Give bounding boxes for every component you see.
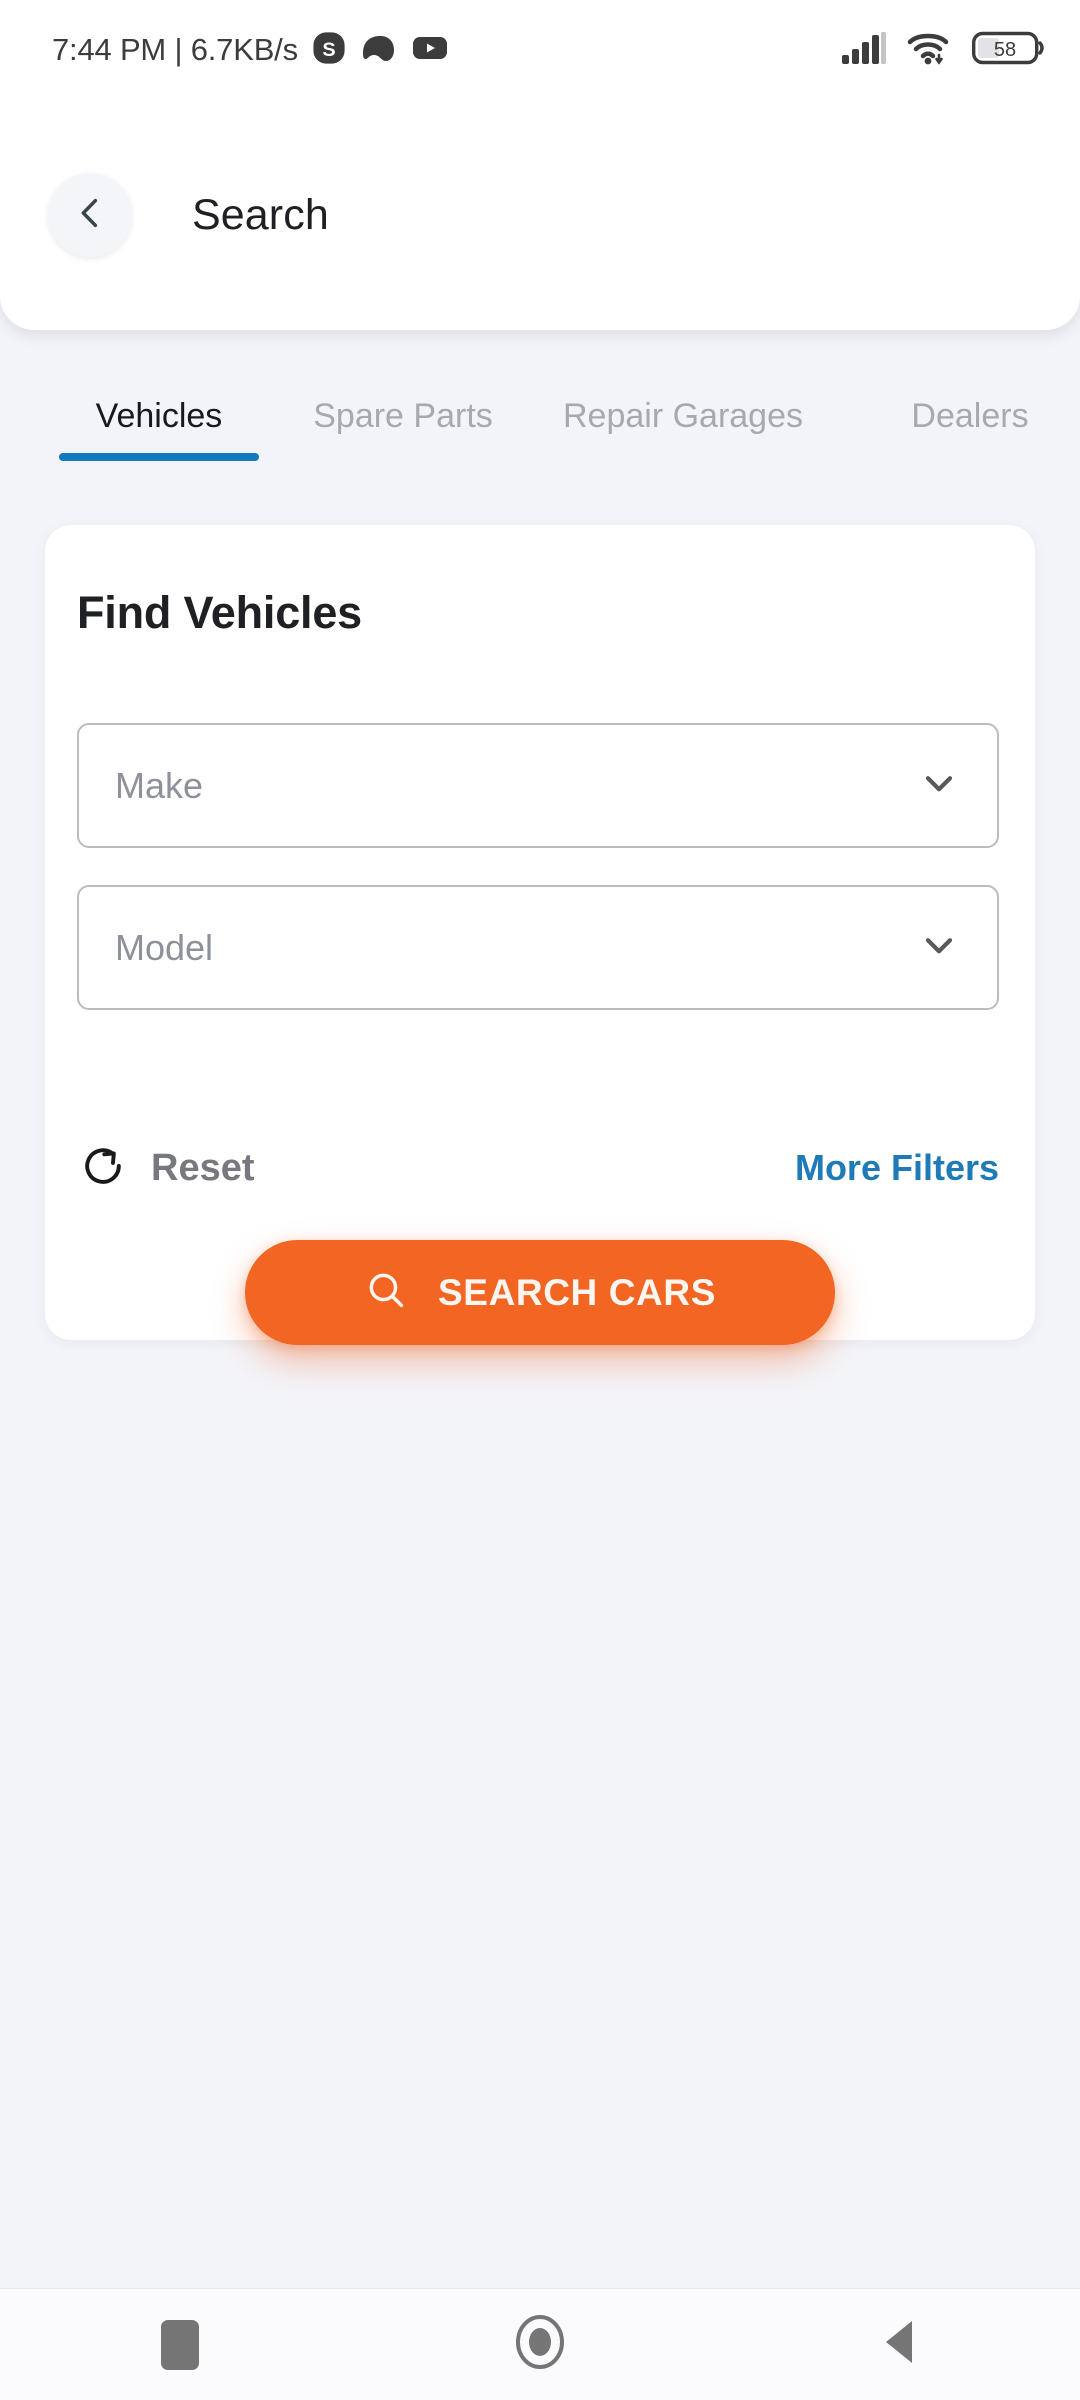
back-button[interactable] bbox=[48, 173, 132, 257]
tab-indicator bbox=[547, 453, 819, 461]
tab-label: Vehicles bbox=[95, 397, 223, 435]
status-bar-left: 7:44 PM | 6.7KB/s S bbox=[52, 31, 448, 70]
header-title-row: Search bbox=[0, 160, 1080, 270]
more-filters-link[interactable]: More Filters bbox=[795, 1147, 999, 1189]
svg-text:S: S bbox=[322, 38, 335, 60]
chevron-down-icon bbox=[917, 761, 961, 810]
make-select-placeholder: Make bbox=[115, 764, 204, 806]
recents-button[interactable] bbox=[105, 2289, 255, 2400]
card-title: Find Vehicles bbox=[77, 587, 363, 638]
triangle-back-icon bbox=[876, 2313, 924, 2376]
filter-actions-row: Reset More Filters bbox=[77, 1133, 999, 1203]
status-bar: 7:44 PM | 6.7KB/s S 58 bbox=[0, 0, 1080, 100]
reset-button[interactable]: Reset bbox=[77, 1140, 255, 1197]
game-controller-icon bbox=[360, 33, 398, 68]
tab-label: Dealers bbox=[911, 397, 1029, 435]
tab-label: Repair Garages bbox=[562, 397, 803, 435]
rotate-right-icon bbox=[77, 1140, 129, 1197]
android-navigation-bar bbox=[0, 2288, 1080, 2400]
home-button[interactable] bbox=[465, 2289, 615, 2400]
search-cars-button[interactable]: SEARCH CARS bbox=[245, 1240, 835, 1345]
tab-bar[interactable]: Vehicles Spare Parts Repair Garages Deal… bbox=[0, 345, 1080, 485]
status-time-and-network-speed: 7:44 PM | 6.7KB/s bbox=[52, 32, 298, 67]
tab-vehicles[interactable]: Vehicles bbox=[45, 345, 273, 485]
model-select-placeholder: Model bbox=[115, 926, 214, 968]
reset-label: Reset bbox=[151, 1146, 255, 1189]
tab-indicator bbox=[307, 453, 499, 461]
wifi-icon bbox=[906, 30, 952, 71]
model-select[interactable]: Model bbox=[77, 885, 999, 1010]
chevron-down-icon bbox=[917, 923, 961, 972]
search-icon bbox=[364, 1268, 408, 1317]
search-cars-label: SEARCH CARS bbox=[438, 1271, 716, 1313]
make-select[interactable]: Make bbox=[77, 723, 999, 848]
circle-home-icon bbox=[511, 2313, 569, 2376]
chevron-left-icon bbox=[70, 193, 110, 238]
tab-indicator bbox=[869, 453, 1071, 461]
active-tab-indicator bbox=[59, 453, 259, 461]
tab-repair-garages[interactable]: Repair Garages bbox=[533, 345, 833, 485]
cellular-signal-icon bbox=[840, 31, 886, 70]
battery-level-text: 58 bbox=[994, 39, 1016, 61]
youtube-icon bbox=[412, 34, 448, 67]
page-title: Search bbox=[192, 190, 329, 239]
square-recents-icon bbox=[161, 2319, 199, 2370]
status-bar-right: 58 bbox=[840, 30, 1046, 71]
find-vehicles-card: Find Vehicles Make Model Reset More Filt… bbox=[45, 525, 1035, 1345]
tab-label: Spare Parts bbox=[313, 397, 493, 435]
tab-dealers[interactable]: Dealers bbox=[855, 345, 1080, 485]
app-screen: 7:44 PM | 6.7KB/s S 58 Search Vehicles S… bbox=[0, 0, 1080, 2400]
tab-spare-parts[interactable]: Spare Parts bbox=[293, 345, 513, 485]
battery-icon: 58 bbox=[972, 30, 1046, 71]
back-nav-button[interactable] bbox=[825, 2289, 975, 2400]
skype-icon: S bbox=[312, 31, 346, 70]
app-header: 7:44 PM | 6.7KB/s S 58 Search bbox=[0, 0, 1080, 330]
